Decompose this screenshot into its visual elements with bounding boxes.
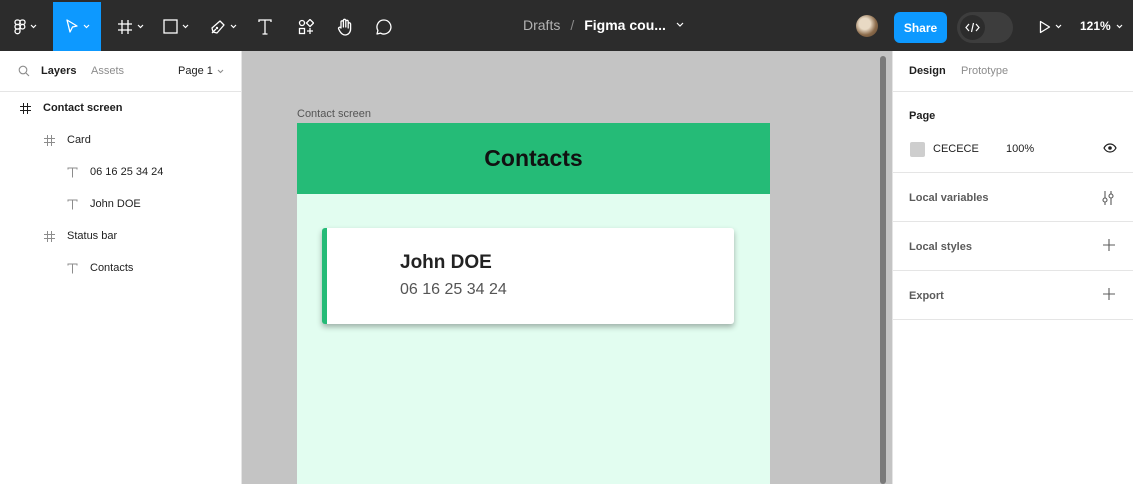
variables-settings-icon[interactable] bbox=[1101, 190, 1115, 206]
page-color-hex[interactable]: CECECE bbox=[933, 143, 979, 155]
tab-prototype[interactable]: Prototype bbox=[961, 65, 1008, 77]
figma-menu-icon bbox=[13, 18, 26, 34]
page-section: Page CECECE 100% bbox=[893, 92, 1133, 173]
chevron-down-icon bbox=[30, 24, 36, 29]
card-name[interactable]: John DOE bbox=[400, 252, 492, 274]
chevron-down-icon bbox=[83, 24, 89, 29]
frame-icon bbox=[19, 102, 31, 114]
hand-tool-button[interactable] bbox=[332, 2, 358, 51]
chevron-down-icon bbox=[137, 24, 143, 29]
design-panel: Design Prototype Page CECECE 100% Local … bbox=[892, 51, 1133, 484]
plus-icon[interactable] bbox=[1103, 288, 1115, 300]
layer-contact-screen[interactable]: Contact screen bbox=[0, 92, 241, 124]
layer-contacts-text[interactable]: Contacts bbox=[0, 252, 241, 284]
canvas-scrollbar[interactable] bbox=[880, 56, 886, 484]
share-button[interactable]: Share bbox=[894, 12, 947, 43]
eye-icon[interactable] bbox=[1103, 142, 1117, 154]
layer-status-bar[interactable]: Status bar bbox=[0, 220, 241, 252]
toolbar: Drafts / Figma cou... Share 121% bbox=[0, 0, 1133, 51]
shape-tool-icon bbox=[163, 19, 178, 34]
frame-icon bbox=[43, 230, 55, 242]
status-bar[interactable]: Contacts bbox=[297, 123, 770, 194]
chevron-down-icon bbox=[1055, 24, 1061, 29]
move-tool-icon bbox=[65, 19, 78, 33]
export-section[interactable]: Export bbox=[893, 271, 1133, 320]
main-menu-button[interactable] bbox=[6, 2, 44, 51]
breadcrumb-drafts[interactable]: Drafts bbox=[523, 17, 560, 33]
pen-tool-button[interactable] bbox=[205, 2, 241, 51]
breadcrumb: Drafts / Figma cou... bbox=[523, 17, 684, 33]
dev-mode-toggle[interactable] bbox=[957, 12, 1013, 43]
page-section-title: Page bbox=[909, 110, 936, 122]
file-name[interactable]: Figma cou... bbox=[584, 17, 666, 33]
zoom-level: 121% bbox=[1080, 19, 1111, 33]
right-panel-tabs: Design Prototype bbox=[893, 51, 1133, 92]
layer-name: John DOE bbox=[90, 198, 141, 210]
chevron-down-icon bbox=[230, 24, 236, 29]
layer-name: Contacts bbox=[90, 262, 134, 274]
canvas[interactable]: Contact screen Contacts John DOE 06 16 2… bbox=[243, 51, 883, 484]
search-icon[interactable] bbox=[18, 65, 30, 77]
page-selector[interactable]: Page 1 bbox=[178, 65, 224, 77]
layers-panel: Layers Assets Page 1 Contact screen Card… bbox=[0, 51, 242, 484]
resources-icon bbox=[298, 18, 314, 34]
breadcrumb-separator: / bbox=[570, 17, 575, 33]
chevron-down-icon bbox=[217, 69, 224, 73]
export-title: Export bbox=[909, 290, 944, 302]
present-icon bbox=[1039, 20, 1050, 33]
tab-design[interactable]: Design bbox=[909, 65, 946, 77]
text-tool-button[interactable] bbox=[252, 2, 278, 51]
layer-name: Card bbox=[67, 134, 91, 146]
local-styles-title: Local styles bbox=[909, 241, 972, 253]
layer-card[interactable]: Card bbox=[0, 124, 241, 156]
header-title[interactable]: Contacts bbox=[484, 145, 582, 172]
text-layer-icon bbox=[66, 166, 78, 178]
comment-button[interactable] bbox=[371, 2, 397, 51]
text-tool-icon bbox=[258, 18, 272, 35]
frame-label[interactable]: Contact screen bbox=[297, 108, 371, 120]
present-button[interactable] bbox=[1034, 2, 1066, 51]
layer-name: Contact screen bbox=[43, 102, 123, 114]
page-selector-label: Page 1 bbox=[178, 65, 213, 77]
layer-name: Status bar bbox=[67, 230, 118, 242]
chevron-down-icon bbox=[1116, 24, 1123, 28]
layer-phone-text[interactable]: 06 16 25 34 24 bbox=[0, 156, 241, 188]
chevron-down-icon bbox=[182, 24, 189, 29]
layer-name-text[interactable]: John DOE bbox=[0, 188, 241, 220]
move-tool-button[interactable] bbox=[53, 2, 101, 51]
plus-icon[interactable] bbox=[1103, 239, 1115, 251]
text-layer-icon bbox=[66, 198, 78, 210]
resources-button[interactable] bbox=[293, 2, 319, 51]
frame-tool-button[interactable] bbox=[112, 2, 148, 51]
card-phone[interactable]: 06 16 25 34 24 bbox=[400, 281, 507, 299]
comment-icon bbox=[376, 18, 392, 35]
contact-card[interactable]: John DOE 06 16 25 34 24 bbox=[322, 228, 734, 324]
local-variables-section[interactable]: Local variables bbox=[893, 173, 1133, 222]
chevron-down-icon[interactable] bbox=[676, 22, 684, 28]
left-panel-tabs: Layers Assets Page 1 bbox=[0, 51, 241, 92]
tab-assets[interactable]: Assets bbox=[91, 65, 124, 77]
page-color-swatch[interactable] bbox=[910, 142, 925, 157]
hand-tool-icon bbox=[337, 18, 352, 36]
zoom-control[interactable]: 121% bbox=[1080, 19, 1123, 33]
frame-tool-icon bbox=[117, 19, 132, 34]
local-styles-section[interactable]: Local styles bbox=[893, 222, 1133, 271]
pen-tool-icon bbox=[210, 19, 225, 34]
page-color-opacity[interactable]: 100% bbox=[1006, 143, 1034, 155]
layer-name: 06 16 25 34 24 bbox=[90, 166, 164, 178]
shape-tool-button[interactable] bbox=[158, 2, 194, 51]
contact-screen-frame[interactable]: Contacts John DOE 06 16 25 34 24 bbox=[297, 123, 770, 484]
text-layer-icon bbox=[66, 262, 78, 274]
dev-mode-knob bbox=[960, 15, 985, 40]
frame-icon bbox=[43, 134, 55, 146]
avatar[interactable] bbox=[856, 15, 878, 37]
dev-mode-icon bbox=[965, 22, 980, 33]
local-variables-title: Local variables bbox=[909, 192, 989, 204]
tab-layers[interactable]: Layers bbox=[41, 65, 76, 77]
